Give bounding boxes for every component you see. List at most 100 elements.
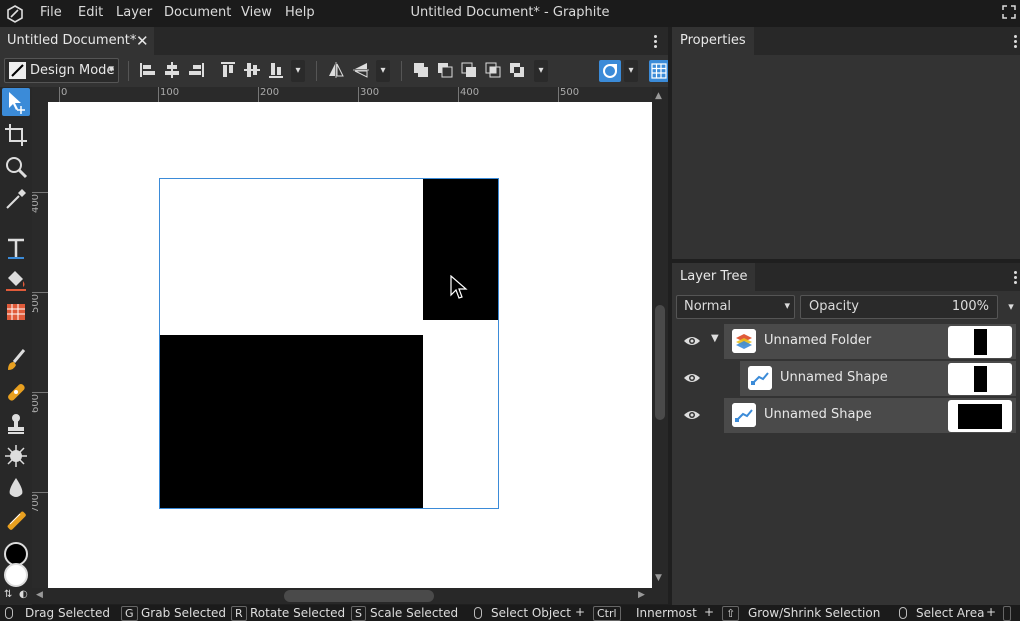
boolean-union-icon[interactable]: [412, 61, 430, 79]
menu-edit[interactable]: Edit: [78, 5, 103, 20]
hint-rotate-selected: Rotate Selected: [250, 606, 346, 620]
document-tab[interactable]: Untitled Document* ✕: [0, 27, 154, 55]
boolean-intersect-icon[interactable]: [484, 61, 502, 79]
scroll-right-icon[interactable]: ▶: [638, 590, 645, 600]
eye-icon[interactable]: [683, 333, 701, 349]
reset-colors-icon[interactable]: ◐: [19, 589, 28, 600]
ruler-label: 700: [32, 493, 42, 514]
clone-tool-icon[interactable]: [2, 410, 30, 438]
ruler-label: 400: [32, 193, 42, 214]
key-s: S: [351, 606, 366, 621]
properties-menu-icon[interactable]: [1014, 35, 1018, 49]
secondary-color-swatch[interactable]: [4, 563, 28, 587]
boolean-options-dropdown[interactable]: ▾: [534, 60, 548, 82]
close-tab-icon[interactable]: ✕: [136, 32, 149, 50]
mouse-cursor-icon: [450, 275, 468, 299]
horizontal-scroll-thumb[interactable]: [284, 590, 434, 602]
eyedropper-tool-icon[interactable]: [2, 185, 30, 213]
heal-tool-icon[interactable]: [2, 378, 30, 406]
scroll-down-icon[interactable]: ▼: [655, 573, 662, 583]
artboard-tool-icon[interactable]: [2, 121, 30, 149]
select-tool-icon[interactable]: [2, 88, 30, 116]
flip-vertical-icon[interactable]: [352, 61, 370, 79]
swap-colors-icon[interactable]: ⇅: [4, 589, 12, 600]
snap-icon: [603, 64, 617, 78]
hint-grow-shrink-selection: Grow/Shrink Selection: [748, 606, 881, 620]
right-panels: Properties Layer Tree Normal ▾ Opacity 1…: [668, 27, 1020, 605]
menu-view[interactable]: View: [241, 5, 272, 20]
grid-toggle[interactable]: [649, 60, 669, 82]
hint-drag-selected: Drag Selected: [25, 606, 110, 620]
snapping-toggle[interactable]: [599, 60, 621, 82]
layer-row-shape[interactable]: Unnamed Shape: [676, 397, 1016, 433]
ruler-tick: [32, 492, 48, 493]
snapping-options-dropdown[interactable]: ▾: [624, 60, 638, 82]
eye-icon[interactable]: [683, 370, 701, 386]
relight-tool-icon[interactable]: [2, 506, 30, 534]
ruler-horizontal[interactable]: 0 100 200 300 400 500: [48, 87, 652, 102]
horizontal-scrollbar[interactable]: ◀ ▶: [32, 588, 668, 604]
document-tab-bar: Untitled Document* ✕: [0, 27, 668, 55]
vertical-scrollbar[interactable]: ▲ ▼: [652, 87, 668, 588]
align-left-icon[interactable]: [139, 61, 157, 79]
menu-document[interactable]: Document: [164, 5, 231, 20]
align-top-icon[interactable]: [219, 61, 237, 79]
menu-help[interactable]: Help: [285, 5, 315, 20]
selection-bounding-box[interactable]: [159, 178, 499, 509]
menu-file[interactable]: File: [40, 5, 62, 20]
graphite-logo-icon[interactable]: [6, 5, 24, 23]
mode-select[interactable]: Design Mode ▾: [4, 58, 119, 83]
vertical-scroll-thumb[interactable]: [655, 305, 665, 420]
navigate-tool-icon[interactable]: [2, 153, 30, 181]
layer-tree-tab[interactable]: Layer Tree: [672, 263, 756, 291]
align-bottom-icon[interactable]: [267, 61, 285, 79]
boolean-difference-icon[interactable]: [508, 61, 526, 79]
layer-row-shape[interactable]: Unnamed Shape: [676, 360, 1016, 396]
scroll-left-icon[interactable]: ◀: [36, 590, 43, 600]
fill-tool-icon[interactable]: [2, 266, 30, 294]
blend-mode-value: Normal: [684, 299, 732, 314]
text-tool-icon[interactable]: [2, 234, 30, 262]
ruler-tick: [158, 87, 159, 102]
boolean-subtract-front-icon[interactable]: [436, 61, 454, 79]
layer-tree-menu-icon[interactable]: [1014, 271, 1018, 285]
menu-layer[interactable]: Layer: [116, 5, 152, 20]
canvas-viewport[interactable]: [48, 102, 652, 588]
align-options-dropdown[interactable]: ▾: [291, 60, 305, 82]
window-title: Untitled Document* - Graphite: [410, 5, 610, 20]
key-r: R: [231, 606, 247, 621]
key-more: [1003, 606, 1011, 621]
opacity-options-dropdown[interactable]: ▾: [1003, 295, 1019, 319]
align-right-icon[interactable]: [187, 61, 205, 79]
layer-preview-thumbnail: [948, 400, 1012, 432]
gradient-tool-icon[interactable]: [2, 298, 30, 326]
layer-name: Unnamed Folder: [764, 333, 872, 348]
detail-tool-icon[interactable]: [2, 442, 30, 470]
boolean-subtract-back-icon[interactable]: [460, 61, 478, 79]
design-mode-icon: [9, 62, 26, 79]
hint-select-object: Select Object: [491, 606, 571, 620]
mouse-drag-icon: [899, 607, 907, 619]
flip-options-dropdown[interactable]: ▾: [376, 60, 390, 82]
ruler-vertical[interactable]: 400 500 600 700: [32, 102, 48, 588]
align-middle-icon[interactable]: [243, 61, 261, 79]
folder-layer-icon: [732, 329, 756, 353]
flip-horizontal-icon[interactable]: [327, 61, 345, 79]
artboard[interactable]: [48, 102, 652, 588]
eye-icon[interactable]: [683, 407, 701, 423]
layer-row-folder[interactable]: ▼ Unnamed Folder: [676, 323, 1016, 359]
scroll-up-icon[interactable]: ▲: [655, 91, 662, 101]
tab-bar-menu-icon[interactable]: [654, 35, 658, 49]
hint-select-area: Select Area: [916, 606, 985, 620]
expand-arrow-icon[interactable]: ▼: [711, 333, 719, 344]
opacity-input[interactable]: Opacity 100%: [800, 295, 998, 319]
align-center-icon[interactable]: [163, 61, 181, 79]
fullscreen-icon[interactable]: [1002, 5, 1016, 19]
blend-mode-select[interactable]: Normal ▾: [676, 295, 795, 319]
ruler-label: 0: [61, 87, 68, 98]
brush-tool-icon[interactable]: [2, 346, 30, 374]
hint-innermost: Innermost: [636, 606, 697, 620]
blur-tool-icon[interactable]: [2, 474, 30, 502]
ruler-label: 200: [260, 87, 280, 98]
properties-tab[interactable]: Properties: [672, 27, 754, 55]
